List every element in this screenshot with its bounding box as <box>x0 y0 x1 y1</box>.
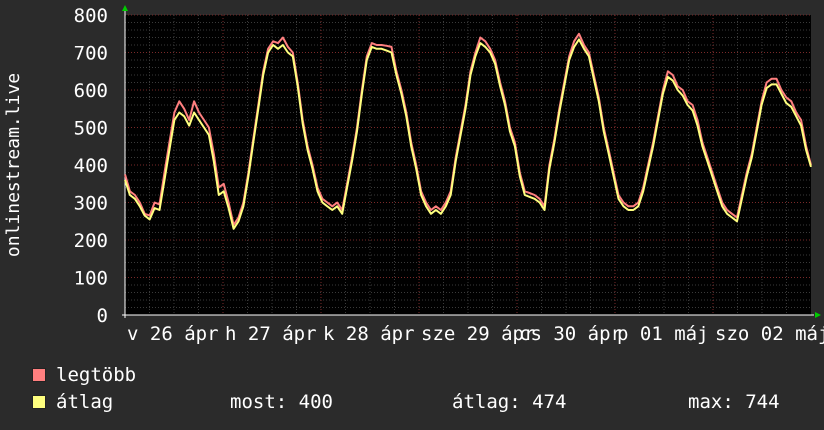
x-tick-label: h 27 ápr <box>225 323 317 345</box>
x-tick-label: cs 30 ápr <box>519 323 622 345</box>
x-tick-label: p 01 máj <box>617 323 709 345</box>
y-tick-label: 100 <box>74 268 108 290</box>
y-tick-label: 0 <box>97 305 108 327</box>
x-tick-label: v 26 ápr <box>127 323 219 345</box>
y-tick-label: 400 <box>74 155 108 177</box>
x-tick-label: k 28 ápr <box>323 323 415 345</box>
legend-label-max: legtöbb <box>56 364 137 386</box>
legend-swatch-average <box>32 395 46 409</box>
y-tick-label: 600 <box>74 80 108 102</box>
y-tick-label: 800 <box>74 5 108 27</box>
legend-swatch-max <box>32 368 46 382</box>
legend-item-average: átlag <box>32 391 113 413</box>
y-tick-label: 300 <box>74 193 108 215</box>
legend-label-average: átlag <box>56 391 114 413</box>
y-tick-label: 700 <box>74 43 108 65</box>
y-tick-label: 500 <box>74 118 108 140</box>
stat-current: most: 400 <box>230 391 333 413</box>
y-axis-arrow <box>122 5 128 11</box>
stat-max: max: 744 <box>688 391 780 413</box>
x-axis-arrow <box>815 312 821 318</box>
y-tick-label: 200 <box>74 230 108 252</box>
stat-average: átlag: 474 <box>452 391 567 413</box>
legend-item-max: legtöbb <box>32 364 136 386</box>
y-axis-label: onlinestream.live <box>3 73 24 257</box>
x-tick-label: szo 02 máj <box>715 323 824 345</box>
